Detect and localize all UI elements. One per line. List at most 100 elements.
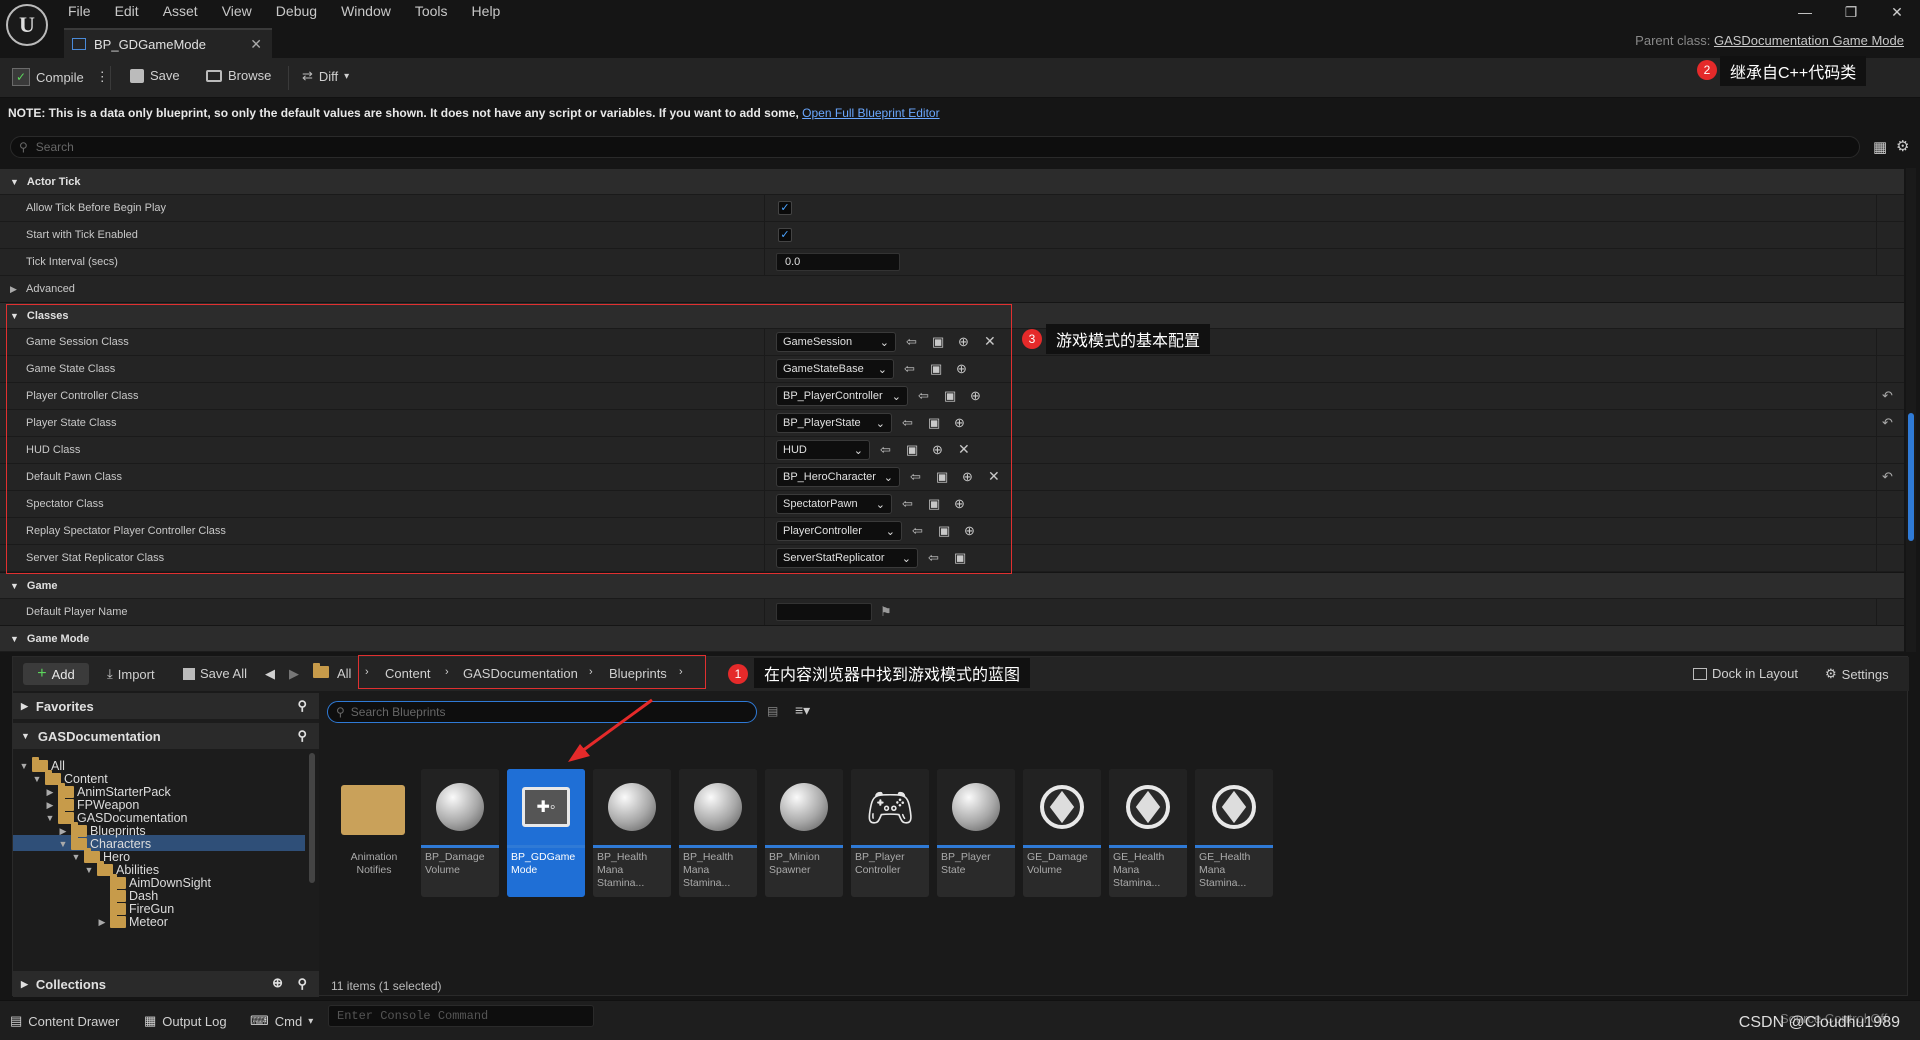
menu-help[interactable]: Help xyxy=(472,3,501,19)
browse-asset-icon[interactable]: ▣ xyxy=(938,523,954,539)
cmd-button[interactable]: ⌨ Cmd ▾ xyxy=(250,1013,313,1029)
use-selected-icon[interactable]: ⇦ xyxy=(904,361,920,377)
back-icon[interactable]: ◀ xyxy=(265,666,275,682)
search-icon[interactable]: ⚲ xyxy=(297,728,307,744)
asset-folder-tile[interactable]: Animation Notifies xyxy=(335,769,413,897)
advanced-row[interactable]: ▶ Advanced xyxy=(0,275,1904,302)
chevron-down-icon[interactable]: ▼ xyxy=(45,813,55,823)
use-selected-icon[interactable]: ⇦ xyxy=(906,334,922,350)
class-dropdown[interactable]: ServerStatReplicator ⌄ xyxy=(776,548,918,568)
chevron-right-icon[interactable]: ▶ xyxy=(58,826,68,837)
menu-view[interactable]: View xyxy=(222,3,252,19)
tick-interval-input[interactable]: 0.0 xyxy=(776,253,900,271)
asset-tile[interactable]: GE_Health Mana Stamina... xyxy=(1109,769,1187,897)
chevron-right-icon[interactable]: ▶ xyxy=(97,917,107,928)
use-selected-icon[interactable]: ⇦ xyxy=(902,496,918,512)
add-new-icon[interactable]: ⊕ xyxy=(964,523,980,539)
close-window-icon[interactable]: ✕ xyxy=(1874,4,1920,21)
menu-window[interactable]: Window xyxy=(341,3,391,19)
add-new-icon[interactable]: ⊕ xyxy=(932,442,948,458)
browse-button[interactable]: Browse xyxy=(206,68,271,83)
asset-tile[interactable]: BP_Minion Spawner xyxy=(765,769,843,897)
restore-icon[interactable]: ❐ xyxy=(1828,4,1874,21)
reset-to-default-icon[interactable]: ↶ xyxy=(1882,415,1893,431)
forward-icon[interactable]: ▶ xyxy=(289,666,299,682)
menu-debug[interactable]: Debug xyxy=(276,3,317,19)
diff-button[interactable]: ⇄ Diff ▾ xyxy=(302,68,349,84)
add-new-icon[interactable]: ⊕ xyxy=(958,334,974,350)
folder-icon[interactable] xyxy=(313,663,329,678)
chevron-right-icon[interactable]: ▶ xyxy=(45,800,55,811)
add-new-icon[interactable]: ⊕ xyxy=(954,496,970,512)
use-selected-icon[interactable]: ⇦ xyxy=(910,469,926,485)
reset-to-default-icon[interactable]: ↶ xyxy=(1882,388,1893,404)
allow-tick-checkbox[interactable]: ✓ xyxy=(778,201,792,215)
add-new-icon[interactable]: ⊕ xyxy=(962,469,978,485)
add-collection-icon[interactable]: ⊕ xyxy=(272,975,283,991)
parent-class-link[interactable]: GASDocumentation Game Mode xyxy=(1714,33,1904,48)
category-actor-tick[interactable]: ▼ Actor Tick xyxy=(0,168,1904,194)
chevron-down-icon[interactable]: ▼ xyxy=(19,761,29,771)
output-log-button[interactable]: ▦ Output Log xyxy=(144,1013,227,1029)
chevron-down-icon[interactable]: ▼ xyxy=(84,865,94,875)
path-all[interactable]: All xyxy=(337,666,351,681)
start-tick-checkbox[interactable]: ✓ xyxy=(778,228,792,242)
chevron-down-icon[interactable]: ▼ xyxy=(58,839,68,849)
content-drawer-button[interactable]: ▤ Content Drawer xyxy=(10,1013,119,1029)
table-view-icon[interactable]: ▦ xyxy=(1873,138,1887,156)
search-icon[interactable]: ⚲ xyxy=(297,698,307,714)
use-selected-icon[interactable]: ⇦ xyxy=(912,523,928,539)
category-classes[interactable]: ▼ Classes xyxy=(0,302,1904,328)
import-button[interactable]: ⤓ Import xyxy=(107,666,155,682)
browse-asset-icon[interactable]: ▣ xyxy=(928,496,944,512)
asset-tile[interactable]: BP_Health Mana Stamina... xyxy=(679,769,757,897)
unreal-logo-icon[interactable]: U xyxy=(6,4,48,46)
browse-asset-icon[interactable]: ▣ xyxy=(930,361,946,377)
class-dropdown[interactable]: HUD ⌄ xyxy=(776,440,870,460)
add-button[interactable]: + Add xyxy=(23,663,89,685)
asset-tile[interactable]: 🎮︎ BP_Player Controller xyxy=(851,769,929,897)
menu-asset[interactable]: Asset xyxy=(163,3,198,19)
class-dropdown[interactable]: BP_PlayerController ⌄ xyxy=(776,386,908,406)
chevron-down-icon[interactable]: ▼ xyxy=(32,774,42,784)
asset-tile[interactable]: BP_Health Mana Stamina... xyxy=(593,769,671,897)
class-dropdown[interactable]: SpectatorPawn ⌄ xyxy=(776,494,892,514)
save-all-button[interactable]: Save All xyxy=(183,666,247,681)
save-button[interactable]: Save xyxy=(130,68,180,83)
asset-tile[interactable]: ✚◦ BP_GDGame Mode xyxy=(507,769,585,897)
reset-to-default-icon[interactable]: ↶ xyxy=(1882,469,1893,485)
minimize-icon[interactable]: — xyxy=(1782,4,1828,21)
menu-edit[interactable]: Edit xyxy=(115,3,139,19)
compile-button[interactable]: ✓ Compile ⋮ xyxy=(12,68,109,86)
chevron-right-icon[interactable]: ▶ xyxy=(45,787,55,798)
path-content[interactable]: Content xyxy=(385,666,431,681)
dock-in-layout-button[interactable]: Dock in Layout xyxy=(1693,666,1798,681)
category-game-mode[interactable]: ▼ Game Mode xyxy=(0,625,1904,651)
console-input[interactable]: Enter Console Command xyxy=(328,1005,594,1027)
class-dropdown[interactable]: PlayerController ⌄ xyxy=(776,521,902,541)
use-selected-icon[interactable]: ⇦ xyxy=(928,550,944,566)
class-dropdown[interactable]: GameSession ⌄ xyxy=(776,332,896,352)
favorites-header[interactable]: ▶ Favorites ⚲ xyxy=(13,693,319,719)
use-selected-icon[interactable]: ⇦ xyxy=(918,388,934,404)
class-dropdown[interactable]: BP_HeroCharacter ⌄ xyxy=(776,467,900,487)
category-game[interactable]: ▼ Game xyxy=(0,572,1904,598)
asset-tile[interactable]: GE_Damage Volume xyxy=(1023,769,1101,897)
browse-asset-icon[interactable]: ▣ xyxy=(954,550,970,566)
search-icon[interactable]: ⚲ xyxy=(297,976,307,992)
browse-asset-icon[interactable]: ▣ xyxy=(928,415,944,431)
details-search-input[interactable]: ⚲ Search xyxy=(10,136,1860,158)
clear-icon[interactable]: ✕ xyxy=(984,333,1000,349)
asset-tile[interactable]: BP_Damage Volume xyxy=(421,769,499,897)
browse-asset-icon[interactable]: ▣ xyxy=(944,388,960,404)
browse-asset-icon[interactable]: ▣ xyxy=(906,442,922,458)
clear-icon[interactable]: ✕ xyxy=(988,468,1004,484)
asset-tile[interactable]: BP_Player State xyxy=(937,769,1015,897)
collections-header[interactable]: ▶ Collections ⊕ ⚲ xyxy=(13,971,319,997)
folder-tree-item[interactable]: ▶ Meteor xyxy=(97,913,168,930)
path-gasdocumentation[interactable]: GASDocumentation xyxy=(463,666,578,681)
project-header[interactable]: ▼ GASDocumentation ⚲ xyxy=(13,723,319,749)
chevron-down-icon[interactable]: ▼ xyxy=(71,852,81,862)
details-scrollbar[interactable] xyxy=(1906,168,1916,652)
open-full-editor-link[interactable]: Open Full Blueprint Editor xyxy=(802,106,939,120)
